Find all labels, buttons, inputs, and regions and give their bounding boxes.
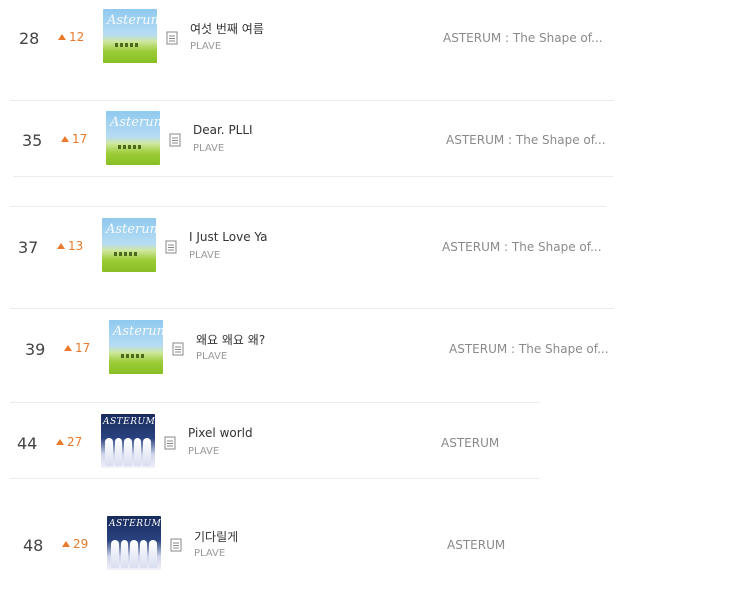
rank-change: 13: [57, 239, 83, 253]
album-cover-logo: Asterum: [110, 115, 160, 130]
album-cover-logo: ASTERUM: [109, 519, 161, 529]
lyrics-document-icon[interactable]: [166, 31, 178, 45]
row-divider: [10, 402, 540, 403]
rank-number: 44: [17, 434, 38, 453]
song-title[interactable]: 여섯 번째 여름: [190, 20, 264, 37]
rank-change-value: 13: [68, 239, 84, 253]
artist-name[interactable]: PLAVE: [190, 41, 221, 52]
song-title[interactable]: Dear. PLLI: [193, 123, 253, 137]
row-divider: [10, 206, 606, 207]
album-cover[interactable]: Asterum: [102, 218, 156, 272]
album-cover[interactable]: Asterum: [109, 320, 163, 374]
rank-change-value: 29: [73, 537, 89, 551]
album-name[interactable]: ASTERUM : The Shape of...: [442, 240, 602, 254]
album-name[interactable]: ASTERUM : The Shape of...: [449, 342, 609, 356]
rank-change: 29: [62, 537, 88, 551]
artist-name[interactable]: PLAVE: [193, 143, 224, 154]
triangle-up-icon: [57, 243, 65, 249]
album-cover[interactable]: ASTERUM: [107, 516, 161, 570]
rank-number: 39: [25, 340, 46, 359]
lyrics-document-icon[interactable]: [170, 538, 182, 552]
song-title[interactable]: 기다릴게: [194, 528, 238, 545]
album-cover-logo: Asterum: [107, 13, 157, 28]
rank-change-value: 17: [75, 341, 91, 355]
rank-change: 12: [58, 30, 84, 44]
album-cover[interactable]: Asterum: [106, 111, 160, 165]
rank-change-value: 12: [69, 30, 85, 44]
triangle-up-icon: [56, 439, 64, 445]
song-title[interactable]: 왜요 왜요 왜?: [196, 331, 265, 348]
album-cover[interactable]: ASTERUM: [101, 414, 155, 468]
artist-name[interactable]: PLAVE: [188, 446, 219, 457]
rank-change: 17: [61, 132, 87, 146]
row-divider: [13, 176, 613, 177]
song-title[interactable]: I Just Love Ya: [189, 230, 267, 244]
rank-number: 37: [18, 238, 39, 257]
album-name[interactable]: ASTERUM : The Shape of...: [443, 31, 603, 45]
album-name[interactable]: ASTERUM: [447, 538, 505, 552]
row-divider: [10, 308, 614, 309]
rank-number: 48: [23, 536, 44, 555]
lyrics-document-icon[interactable]: [164, 436, 176, 450]
row-divider: [10, 478, 540, 479]
lyrics-document-icon[interactable]: [172, 342, 184, 356]
triangle-up-icon: [64, 345, 72, 351]
song-title[interactable]: Pixel world: [188, 426, 253, 440]
album-cover-logo: ASTERUM: [103, 417, 155, 427]
album-name[interactable]: ASTERUM: [441, 436, 499, 450]
rank-change: 27: [56, 435, 82, 449]
rank-change: 17: [64, 341, 90, 355]
album-cover[interactable]: Asterum: [103, 9, 157, 63]
album-cover-logo: Asterum: [113, 324, 163, 339]
triangle-up-icon: [61, 136, 69, 142]
artist-name[interactable]: PLAVE: [189, 250, 220, 261]
album-name[interactable]: ASTERUM : The Shape of...: [446, 133, 606, 147]
artist-name[interactable]: PLAVE: [194, 548, 225, 559]
row-divider: [10, 100, 614, 101]
lyrics-document-icon[interactable]: [169, 133, 181, 147]
rank-change-value: 17: [72, 132, 88, 146]
rank-number: 35: [22, 131, 43, 150]
rank-change-value: 27: [67, 435, 83, 449]
triangle-up-icon: [58, 34, 66, 40]
triangle-up-icon: [62, 541, 70, 547]
album-cover-logo: Asterum: [106, 222, 156, 237]
rank-number: 28: [19, 29, 40, 48]
artist-name[interactable]: PLAVE: [196, 351, 227, 362]
lyrics-document-icon[interactable]: [165, 240, 177, 254]
